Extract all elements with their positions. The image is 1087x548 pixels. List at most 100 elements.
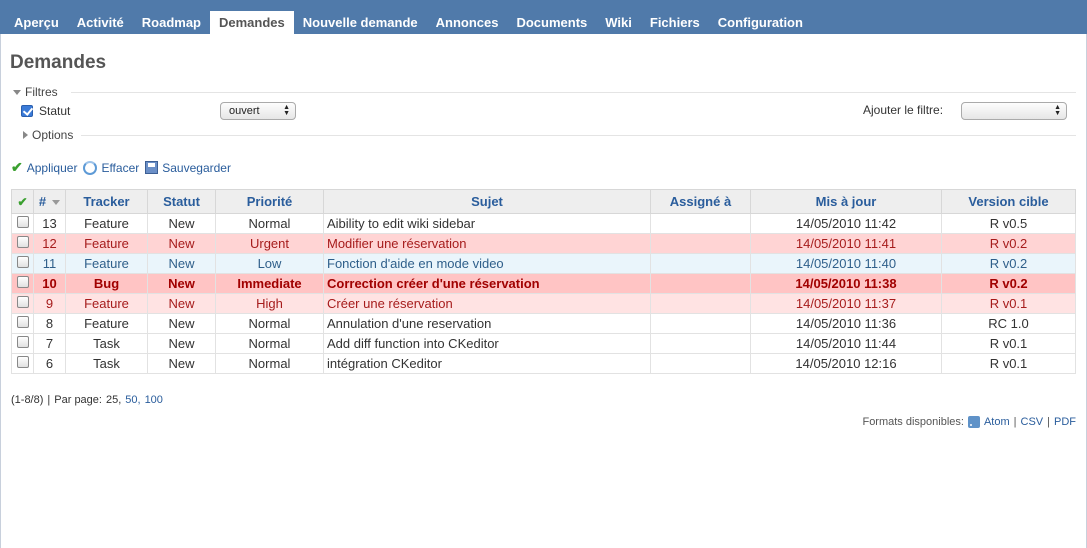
cell-status: New bbox=[147, 313, 216, 334]
tab-9[interactable]: Configuration bbox=[709, 11, 812, 34]
filters-divider bbox=[71, 92, 1076, 93]
cell-assignee bbox=[650, 333, 751, 354]
cell-version: R v0.1 bbox=[941, 333, 1076, 354]
table-row[interactable]: 7 Task New Normal Add diff function into CKe… bbox=[11, 333, 1076, 354]
collapse-down-icon bbox=[13, 89, 21, 95]
query-actions: ✔ Appliquer Effacer Sauvegarder bbox=[11, 159, 237, 176]
add-filter-select[interactable]: ▲ ▼ bbox=[961, 102, 1067, 120]
cell-subject[interactable]: Add diff function into CKeditor bbox=[323, 333, 651, 354]
cell-version: R v0.1 bbox=[941, 293, 1076, 314]
cell-subject[interactable]: Créer une réservation bbox=[323, 293, 651, 314]
col-version-header[interactable]: Version cible bbox=[941, 189, 1076, 214]
tab-5[interactable]: Annonces bbox=[427, 11, 508, 34]
toggle-all-checkbox[interactable]: ✔ bbox=[11, 189, 34, 214]
pdf-link[interactable]: PDF bbox=[1054, 416, 1076, 428]
row-checkbox[interactable] bbox=[16, 316, 29, 328]
cell-tracker: Feature bbox=[65, 313, 148, 334]
per-page-label: Par page: bbox=[54, 394, 102, 406]
row-checkbox[interactable] bbox=[16, 216, 29, 228]
per-page-50-link[interactable]: 50, bbox=[125, 394, 140, 406]
cell-tracker: Feature bbox=[65, 233, 148, 254]
cell-priority: Normal bbox=[215, 213, 324, 234]
cell-subject[interactable]: Annulation d'une reservation bbox=[323, 313, 651, 334]
table-row[interactable]: 8 Feature New Normal Annulation d'une reserv… bbox=[11, 313, 1076, 334]
col-assignee-header[interactable]: Assigné à bbox=[650, 189, 751, 214]
issues-table: ✔ # Tracker Statut Priorité Sujet Assign… bbox=[11, 189, 1076, 374]
cell-subject[interactable]: Correction créer d'une réservation bbox=[323, 273, 651, 294]
row-checkbox[interactable] bbox=[16, 336, 29, 348]
cell-version: R v0.2 bbox=[941, 273, 1076, 294]
save-disk-icon bbox=[145, 161, 159, 174]
tab-6[interactable]: Documents bbox=[507, 11, 596, 34]
cell-id[interactable]: 10 bbox=[33, 273, 66, 294]
status-operator-select[interactable]: ouvert ▲ ▼ bbox=[220, 102, 296, 120]
filters-legend[interactable]: Filtres bbox=[13, 85, 58, 99]
main-tabs: Aperçu Activité Roadmap Demandes Nouvelle de… bbox=[5, 11, 812, 34]
tab-1[interactable]: Activité bbox=[68, 11, 133, 34]
cell-id[interactable]: 6 bbox=[33, 353, 66, 374]
feed-icon bbox=[967, 416, 980, 428]
cell-id[interactable]: 8 bbox=[33, 313, 66, 334]
cell-status: New bbox=[147, 353, 216, 374]
table-row[interactable]: 9 Feature New High Créer une réservation 14/0… bbox=[11, 293, 1076, 314]
col-id-header[interactable]: # bbox=[33, 189, 66, 214]
row-checkbox[interactable] bbox=[16, 276, 29, 288]
cell-subject[interactable]: Aibility to edit wiki sidebar bbox=[323, 213, 651, 234]
cell-subject[interactable]: Modifier une réservation bbox=[323, 233, 651, 254]
col-updated-header[interactable]: Mis à jour bbox=[750, 189, 942, 214]
tab-0[interactable]: Aperçu bbox=[5, 11, 68, 34]
cell-updated: 14/05/2010 11:41 bbox=[750, 233, 942, 254]
cell-id[interactable]: 7 bbox=[33, 333, 66, 354]
options-legend-label: Options bbox=[32, 128, 74, 142]
cell-id[interactable]: 11 bbox=[33, 253, 66, 274]
cell-assignee bbox=[650, 313, 751, 334]
row-checkbox[interactable] bbox=[16, 296, 29, 308]
csv-link[interactable]: CSV bbox=[1021, 416, 1044, 428]
table-header-row: ✔ # Tracker Statut Priorité Sujet Assign… bbox=[11, 189, 1076, 214]
status-filter-checkbox[interactable] bbox=[21, 105, 33, 117]
cell-priority: Immediate bbox=[215, 273, 324, 294]
save-button[interactable]: Sauvegarder bbox=[145, 161, 231, 175]
cell-id[interactable]: 13 bbox=[33, 213, 66, 234]
tab-4[interactable]: Nouvelle demande bbox=[294, 11, 427, 34]
cell-subject[interactable]: Fonction d'aide en mode video bbox=[323, 253, 651, 274]
col-status-header[interactable]: Statut bbox=[147, 189, 216, 214]
table-row[interactable]: 13 Feature New Normal Aibility to edit wiki … bbox=[11, 213, 1076, 234]
apply-button[interactable]: ✔ Appliquer bbox=[11, 159, 77, 176]
checkmark-icon: ✔ bbox=[11, 159, 23, 175]
col-priority-header[interactable]: Priorité bbox=[215, 189, 324, 214]
atom-link[interactable]: Atom bbox=[984, 416, 1010, 428]
clear-button[interactable]: Effacer bbox=[83, 160, 139, 175]
options-legend[interactable]: Options bbox=[23, 128, 73, 142]
status-filter: Statut bbox=[21, 104, 70, 118]
tab-7[interactable]: Wiki bbox=[596, 11, 641, 34]
cell-version: R v0.1 bbox=[941, 353, 1076, 374]
row-checkbox[interactable] bbox=[16, 236, 29, 248]
row-select-cell bbox=[11, 233, 34, 254]
row-checkbox[interactable] bbox=[16, 256, 29, 268]
cell-tracker: Task bbox=[65, 353, 148, 374]
row-select-cell bbox=[11, 253, 34, 274]
cell-priority: Urgent bbox=[215, 233, 324, 254]
cell-priority: Low bbox=[215, 253, 324, 274]
row-select-cell bbox=[11, 213, 34, 234]
cell-subject[interactable]: intégration CKeditor bbox=[323, 353, 651, 374]
table-row[interactable]: 11 Feature New Low Fonction d'aide en mode v… bbox=[11, 253, 1076, 274]
sort-desc-icon bbox=[52, 200, 61, 206]
cell-tracker: Feature bbox=[65, 293, 148, 314]
tab-2[interactable]: Roadmap bbox=[133, 11, 210, 34]
cell-tracker: Bug bbox=[65, 273, 148, 294]
add-filter-label: Ajouter le filtre: bbox=[863, 103, 944, 117]
formats-separator: | bbox=[1013, 416, 1017, 428]
tab-8[interactable]: Fichiers bbox=[641, 11, 709, 34]
row-checkbox[interactable] bbox=[16, 356, 29, 368]
col-tracker-header[interactable]: Tracker bbox=[65, 189, 148, 214]
col-subject-header[interactable]: Sujet bbox=[323, 189, 651, 214]
per-page-100-link[interactable]: 100 bbox=[145, 394, 163, 406]
tab-3[interactable]: Demandes bbox=[210, 11, 294, 34]
table-row[interactable]: 12 Feature New Urgent Modifier une réservati… bbox=[11, 233, 1076, 254]
cell-id[interactable]: 12 bbox=[33, 233, 66, 254]
table-row[interactable]: 10 Bug New Immediate Correction créer d'une … bbox=[11, 273, 1076, 294]
cell-id[interactable]: 9 bbox=[33, 293, 66, 314]
table-row[interactable]: 6 Task New Normal intégration CKeditor 14/05/… bbox=[11, 353, 1076, 374]
